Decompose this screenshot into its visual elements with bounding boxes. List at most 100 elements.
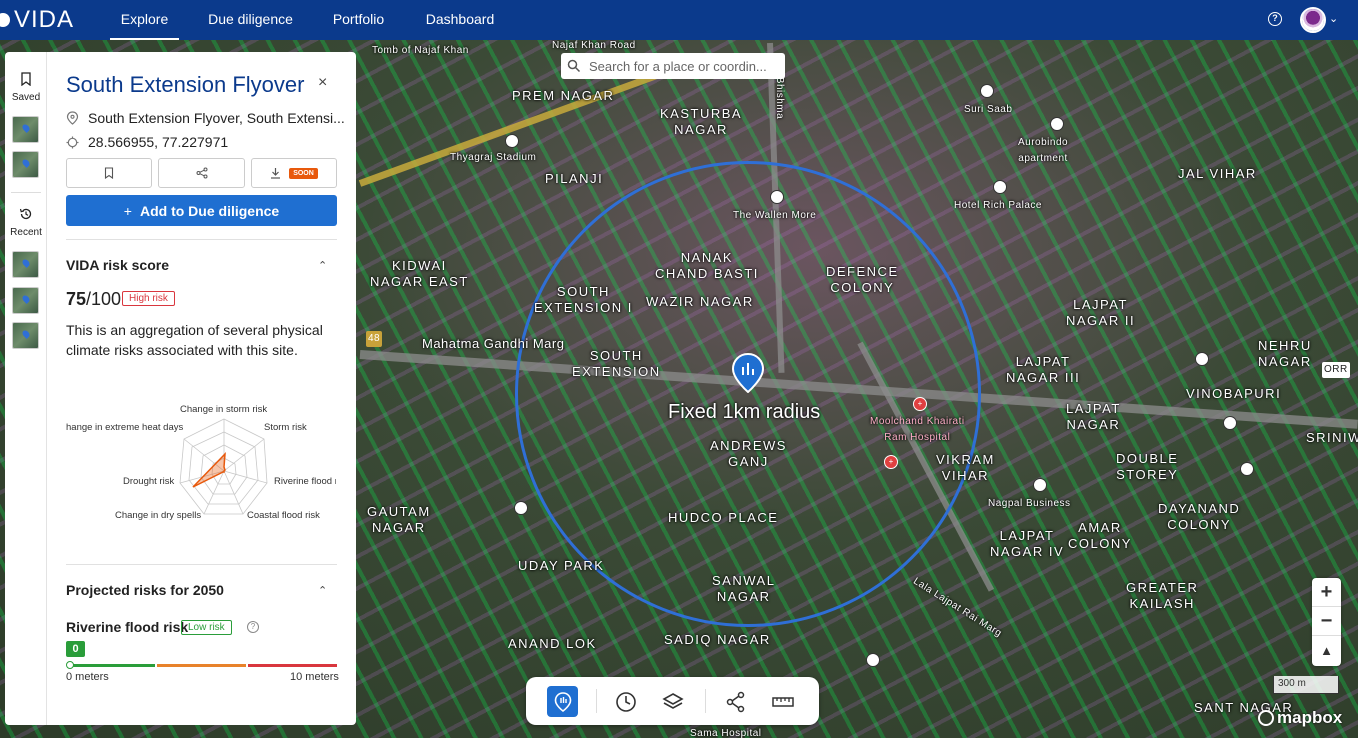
recent-thumbnail[interactable] <box>12 251 39 278</box>
map-label: NEHRU NAGAR <box>1258 338 1312 369</box>
poi-icon[interactable] <box>514 501 528 515</box>
divider <box>66 239 337 240</box>
share-button[interactable] <box>158 158 245 188</box>
risk-description: This is an aggregation of several physic… <box>66 322 323 358</box>
search-icon <box>567 59 581 73</box>
poi-icon[interactable] <box>1223 416 1237 430</box>
map-label: WAZIR NAGAR <box>646 294 754 309</box>
poi-icon[interactable] <box>1240 462 1254 476</box>
map-label: KASTURBA NAGAR <box>660 106 743 137</box>
map-label: Suri Saab <box>964 104 1013 115</box>
pin-icon <box>66 111 79 125</box>
add-to-due-diligence-button[interactable]: + Add to Due diligence <box>66 195 337 226</box>
map-label: VINOBAPURI <box>1186 386 1282 401</box>
chevron-up-icon[interactable]: ⌃ <box>318 584 327 597</box>
tab-explore[interactable]: Explore <box>110 0 179 40</box>
history-tool-button[interactable] <box>610 686 641 717</box>
map-label: ORR <box>1322 362 1350 378</box>
compass-button[interactable]: ▲ <box>1312 636 1341 665</box>
radius-label: Fixed 1km radius <box>668 401 821 423</box>
download-button[interactable]: SOON <box>251 158 337 188</box>
pin-icon <box>554 691 571 712</box>
crosshair-icon <box>66 136 79 148</box>
scale-segment-low <box>69 664 155 667</box>
share-icon <box>196 167 207 179</box>
chevron-up-icon[interactable]: ⌃ <box>318 259 327 272</box>
tab-due-diligence[interactable]: Due diligence <box>200 0 301 40</box>
avatar[interactable] <box>1300 7 1326 33</box>
map-label: Bhishma <box>774 76 786 120</box>
score-max: /100 <box>86 289 122 309</box>
map-label: HUDCO PLACE <box>668 510 779 525</box>
map-label: SRINIW <box>1306 430 1358 445</box>
map-label: PILANJI <box>545 171 604 186</box>
address-row: South Extension Flyover, South Extensi..… <box>66 110 345 126</box>
map-label: DEFENCE COLONY <box>826 264 899 295</box>
location-pin-icon[interactable] <box>732 353 764 393</box>
map-label: Hotel Rich Palace <box>954 200 1042 211</box>
zoom-out-button[interactable]: − <box>1312 607 1341 636</box>
road <box>358 67 672 187</box>
mapbox-logo[interactable]: mapbox <box>1258 708 1342 728</box>
history-icon <box>19 208 32 220</box>
bookmark-button[interactable] <box>66 158 152 188</box>
pin-tool-button[interactable] <box>547 686 578 717</box>
poi-icon[interactable] <box>980 84 994 98</box>
recent-button[interactable]: Recent <box>5 207 47 238</box>
vida-logo[interactable]: VIDA <box>0 0 74 40</box>
poi-icon[interactable] <box>1050 117 1064 131</box>
bookmark-icon <box>104 167 114 179</box>
map-label: Najaf Khan Road <box>552 40 636 51</box>
map-label: LAJPAT NAGAR II <box>1066 297 1136 328</box>
poi-icon[interactable] <box>1033 478 1047 492</box>
site-detail-panel: South Extension Flyover × South Extensio… <box>47 52 356 725</box>
saved-thumbnail[interactable] <box>12 151 39 178</box>
measure-tool-button[interactable] <box>767 686 798 717</box>
recent-thumbnail[interactable] <box>12 322 39 349</box>
map-label: LAJPAT NAGAR IV <box>990 528 1065 559</box>
layers-tool-button[interactable] <box>657 686 688 717</box>
radar-label: Storm risk <box>264 422 307 433</box>
search-box[interactable]: Search for a place or coordin... <box>561 53 785 79</box>
map-label: Thyagraj Stadium <box>450 152 537 163</box>
status-badge: Low risk <box>181 620 232 635</box>
risk-score-heading: VIDA risk score <box>66 257 169 273</box>
bookmark-icon <box>21 72 31 87</box>
poi-icon[interactable] <box>770 190 784 204</box>
radar-label: hange in extreme heat days <box>66 422 184 433</box>
zoom-in-button[interactable]: + <box>1312 578 1341 607</box>
map-label: The Wallen More <box>733 210 817 221</box>
score-value: 75 <box>66 289 87 309</box>
poi-icon[interactable] <box>993 180 1007 194</box>
recent-label: Recent <box>10 227 42 238</box>
map-label: AMAR COLONY <box>1068 520 1132 551</box>
map-label: GAUTAM NAGAR <box>367 504 431 535</box>
search-input[interactable]: Search for a place or coordin... <box>589 59 767 74</box>
map-label: DOUBLE STOREY <box>1116 451 1179 482</box>
poi-icon[interactable] <box>505 134 519 148</box>
map-label: SOUTH EXTENSION I <box>534 284 633 315</box>
coordinates-row: 28.566955, 77.227971 <box>66 134 228 150</box>
share-tool-button[interactable] <box>720 686 751 717</box>
map-label: Moolchand Khairati Ram Hospital <box>870 416 965 443</box>
map-label: KIDWAI NAGAR EAST <box>370 258 469 289</box>
close-icon[interactable]: × <box>318 74 327 92</box>
chevron-down-icon[interactable]: ⌄ <box>1329 12 1338 25</box>
tab-dashboard[interactable]: Dashboard <box>418 0 502 40</box>
saved-button[interactable]: Saved <box>5 72 47 103</box>
recent-thumbnail[interactable] <box>12 287 39 314</box>
poi-icon[interactable] <box>866 653 880 667</box>
saved-label: Saved <box>11 92 41 103</box>
hospital-icon[interactable]: + <box>884 455 898 469</box>
tab-portfolio[interactable]: Portfolio <box>322 0 395 40</box>
map-label: DAYANAND COLONY <box>1158 501 1241 532</box>
hospital-icon[interactable]: + <box>913 397 927 411</box>
saved-thumbnail[interactable] <box>12 116 39 143</box>
poi-icon[interactable] <box>1195 352 1209 366</box>
map-label: GREATER KAILASH <box>1126 580 1199 611</box>
help-icon[interactable]: ? <box>247 621 259 633</box>
scale-segment-high <box>248 664 337 667</box>
mapbox-text: mapbox <box>1277 708 1343 727</box>
help-icon[interactable]: ? <box>1268 12 1282 26</box>
radar-label: Coastal flood risk <box>247 510 320 521</box>
